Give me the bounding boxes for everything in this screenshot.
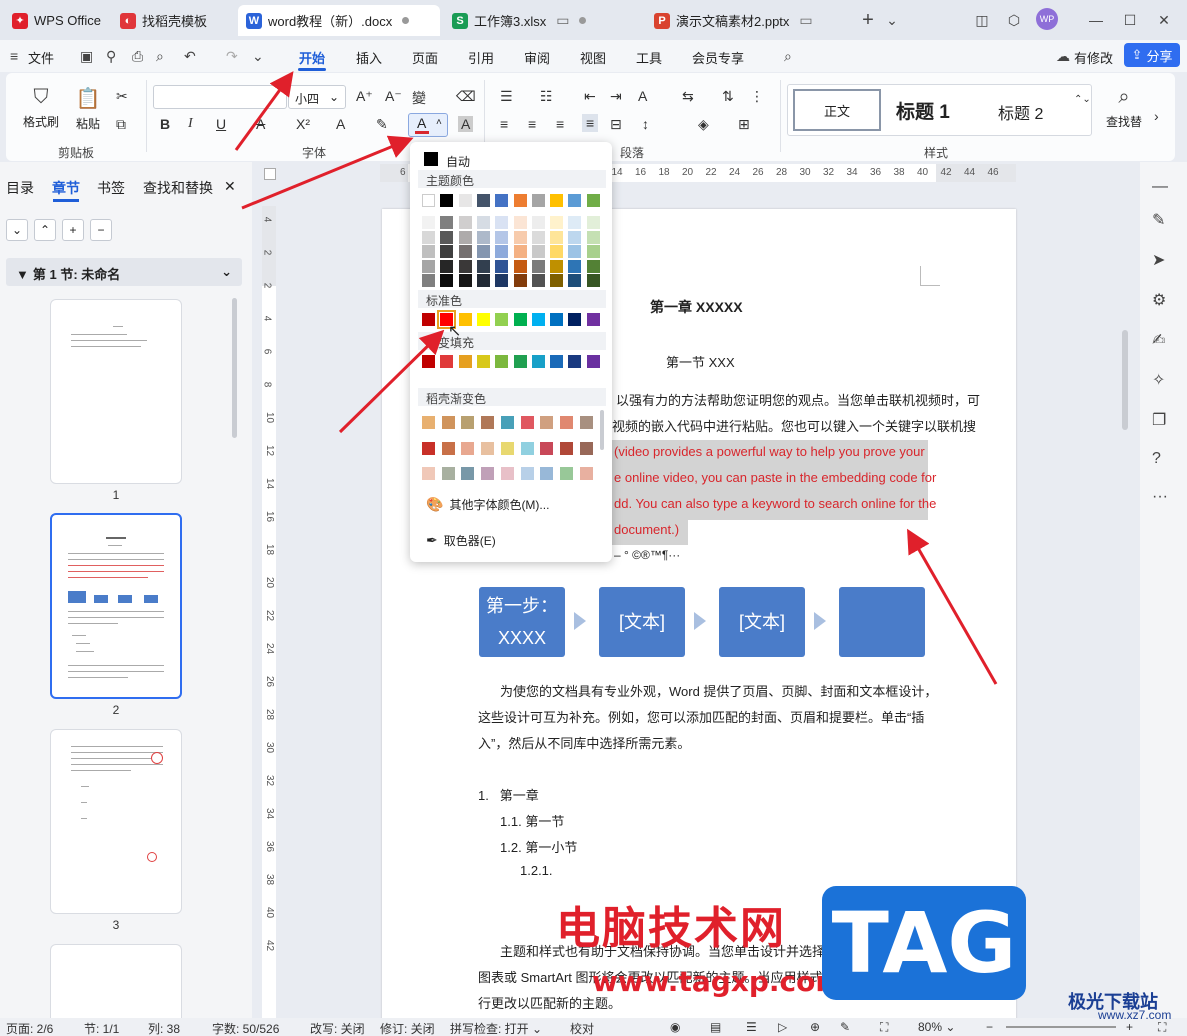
watermark-tag-logo: TAG [822, 886, 1026, 1000]
annotation-arrows [234, 71, 998, 685]
red-arrow-to-red-text [907, 528, 998, 685]
red-arrow-to-red-swatch [338, 329, 445, 434]
watermark-url: www.tagxp.com [592, 965, 845, 998]
watermark-site-url: www.xz7.com [1098, 1008, 1172, 1022]
red-arrow-to-home-tab [234, 71, 294, 151]
watermark-text: 电脑技术网 [556, 904, 786, 953]
red-arrow-to-font-color [241, 135, 414, 210]
